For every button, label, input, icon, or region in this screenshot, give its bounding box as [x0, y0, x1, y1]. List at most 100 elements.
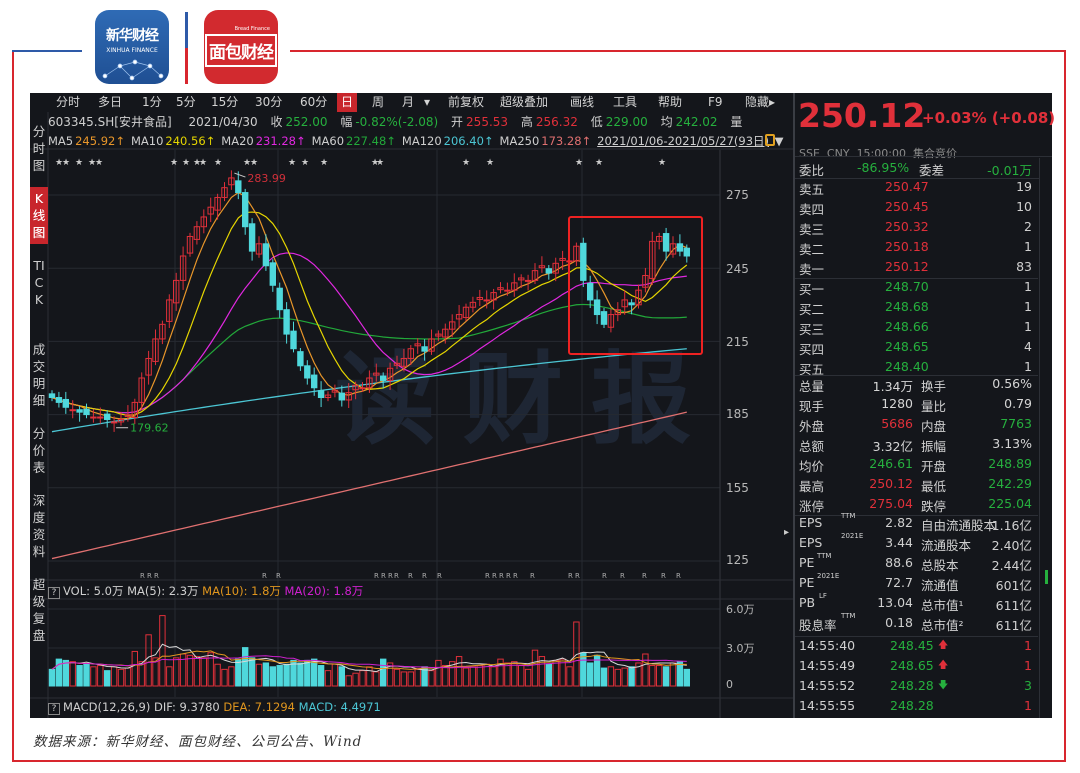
toolbar-item-2[interactable]: 1分 [138, 93, 166, 112]
price: 248.68 [885, 299, 929, 314]
value: 2.82 [885, 515, 913, 530]
volume-bar [462, 667, 470, 687]
sidebar-tab-1[interactable]: K线图 K线图 [30, 187, 48, 244]
candle-body [276, 287, 283, 311]
volume-bar [276, 665, 283, 687]
help-icon[interactable]: ? [48, 587, 60, 599]
date-range[interactable]: 2021/01/06-2021/05/27(93日) [597, 134, 769, 148]
volume-bar [483, 663, 490, 687]
price: 248.70 [885, 279, 929, 294]
low-label: 低 [590, 115, 603, 129]
toolbar-item-17[interactable]: 隐藏▸ [741, 93, 779, 112]
ma-value: 173.28↑ [541, 134, 592, 148]
tick-price: 248.28 [890, 698, 934, 713]
value: 2.44亿 [991, 558, 1032, 573]
currency: CNY [826, 147, 850, 160]
label: 涨停 [799, 499, 825, 514]
volume-bar [518, 665, 525, 687]
label: 卖一 [799, 262, 825, 277]
toolbar-item-0[interactable]: 分时 [52, 93, 84, 112]
toolbar-item-10[interactable]: ▾ [420, 93, 434, 112]
toolbar-item-3[interactable]: 5分 [172, 93, 200, 112]
candle-body [593, 299, 601, 316]
volume-bar [166, 666, 173, 687]
candle-body [55, 397, 63, 403]
volume-bar [173, 657, 180, 687]
vol-ma20: MA(20): 1.8万 [284, 584, 364, 598]
rights-marker-icon: R [642, 572, 647, 580]
mini-bar [1045, 570, 1048, 584]
sidebar-tab-2[interactable]: TICK [30, 254, 48, 328]
ma-value: 240.56↑ [165, 134, 216, 148]
value: 611亿 [995, 598, 1032, 613]
volume-bar [469, 666, 477, 687]
volume-bar [669, 662, 677, 687]
rights-marker-icon: R [676, 572, 681, 580]
sell-level-4: 卖四 250.45 10 [795, 199, 1038, 219]
rights-marker-icon: R [661, 572, 666, 580]
lock-icon[interactable] [765, 134, 775, 146]
high-value: 256.32 [535, 115, 578, 129]
volume-bar [62, 659, 69, 687]
candle-body [248, 223, 256, 252]
toolbar-item-4[interactable]: 15分 [207, 93, 242, 112]
toolbar-item-9[interactable]: 月 [398, 93, 418, 112]
label: 最低 [921, 479, 947, 494]
ma-label: MA60 [311, 134, 345, 148]
volume-tick: 0 [726, 678, 733, 691]
value: 611亿 [995, 618, 1032, 633]
toolbar-item-12[interactable]: 超级叠加 [496, 93, 552, 112]
sell-level-5: 卖五 250.47 19 [795, 179, 1038, 199]
sidebar-tab-6[interactable]: 超级复盘 [30, 573, 48, 647]
candle-body [83, 408, 90, 416]
toolbar-item-5[interactable]: 30分 [251, 93, 286, 112]
help-icon[interactable]: ? [48, 703, 60, 715]
candle-body [235, 180, 242, 194]
event-star-icon: ★ [658, 158, 666, 168]
volume-bar [317, 665, 325, 687]
rights-marker-icon: R [513, 572, 518, 580]
volume-bar [649, 665, 656, 687]
sidebar-tab-3[interactable]: 成交明细 [30, 338, 48, 412]
label: 开盘 [921, 459, 947, 474]
rights-marker-icon: R [374, 572, 379, 580]
volume-bar [48, 668, 56, 687]
volume-bar [366, 666, 373, 687]
toolbar-item-16[interactable]: F9 [704, 93, 727, 112]
qty: 19 [1016, 179, 1032, 194]
toolbar-item-11[interactable]: 前复权 [444, 93, 488, 112]
value: 225.04 [988, 496, 1032, 511]
toolbar-item-14[interactable]: 工具 [609, 93, 641, 112]
toolbar-item-7[interactable]: 日 [337, 93, 358, 112]
label: 量比 [921, 399, 947, 414]
sidebar-tab-5[interactable]: 深度资料 [30, 489, 48, 563]
label: 买三 [799, 322, 825, 337]
volume-bar [455, 656, 463, 687]
toolbar-item-13[interactable]: 画线 [566, 93, 598, 112]
candle-body [242, 192, 249, 228]
tick-price: 248.45 [890, 638, 934, 653]
buy-level-3: 买三 248.66 1 [795, 319, 1038, 339]
sidebar-tab-0[interactable]: 分时图 [30, 120, 48, 177]
value: 0.79 [1004, 396, 1032, 411]
candle-body [62, 398, 69, 408]
volume-bar [642, 653, 649, 687]
label: 总市值¹ [921, 598, 964, 613]
value: 7763 [1000, 416, 1032, 431]
avg-label: 均 [660, 115, 673, 129]
toolbar-item-6[interactable]: 60分 [296, 93, 331, 112]
candle-body [628, 302, 635, 306]
rights-marker-icon: R [276, 572, 281, 580]
volume-bar [297, 662, 304, 687]
toolbar-item-15[interactable]: 帮助 [654, 93, 686, 112]
value: 0.18 [885, 615, 913, 630]
toolbar-item-8[interactable]: 周 [368, 93, 388, 112]
high-price-label: 283.99 [247, 172, 286, 185]
expand-panel-icon[interactable]: ▸ [784, 527, 789, 538]
volume-bar [117, 668, 125, 687]
rights-marker-icon: R [408, 572, 413, 580]
sidebar-tab-4[interactable]: 分价表 [30, 422, 48, 479]
candle-body [676, 243, 684, 252]
toolbar-item-1[interactable]: 多日 [94, 93, 126, 112]
label: EPS [799, 535, 823, 550]
